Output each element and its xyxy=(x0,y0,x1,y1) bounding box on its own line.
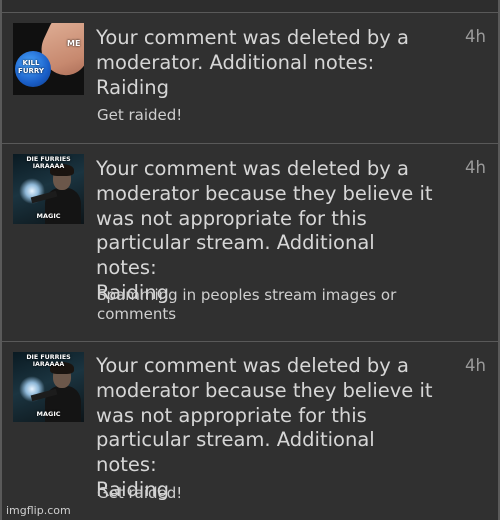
moderator-note: Get raided! xyxy=(97,484,183,502)
notification-thumbnail: DIE FURRIES IARAAAA MAGIC xyxy=(13,154,84,224)
notification-thumbnail: ME KILL FURRY xyxy=(13,23,84,95)
notification-item[interactable]: DIE FURRIES IARAAAA MAGIC Your comment w… xyxy=(2,143,498,341)
thumbnail-top-caption: DIE FURRIES IARAAAA xyxy=(26,156,71,170)
notification-message: Your comment was deleted by a moderator.… xyxy=(96,26,409,99)
moderator-note: Spamming in peoples stream images or com… xyxy=(97,286,397,323)
notification-time: 4h xyxy=(465,158,486,177)
notification-item[interactable]: ME KILL FURRY Your comment was deleted b… xyxy=(2,12,498,143)
notification-panel: ME KILL FURRY Your comment was deleted b… xyxy=(0,0,500,520)
imgflip-watermark: imgflip.com xyxy=(6,504,71,517)
thumbnail-top-caption: DIE FURRIES IARAAAA xyxy=(26,354,71,368)
thumbnail-bottom-caption: MAGIC xyxy=(36,410,61,418)
thumbnail-top-caption: ME xyxy=(67,39,81,48)
notification-message: Your comment was deleted by a moderator … xyxy=(96,157,433,304)
notification-time: 4h xyxy=(465,356,486,375)
notification-time: 4h xyxy=(465,27,486,46)
notification-message: Your comment was deleted by a moderator … xyxy=(96,354,433,501)
notification-item[interactable]: DIE FURRIES IARAAAA MAGIC Your comment w… xyxy=(2,341,498,520)
notification-thumbnail: DIE FURRIES IARAAAA MAGIC xyxy=(13,352,84,422)
thumbnail-bottom-caption: MAGIC xyxy=(36,212,61,220)
thumbnail-bottom-caption: KILL FURRY xyxy=(18,59,44,75)
moderator-note: Get raided! xyxy=(97,106,183,124)
